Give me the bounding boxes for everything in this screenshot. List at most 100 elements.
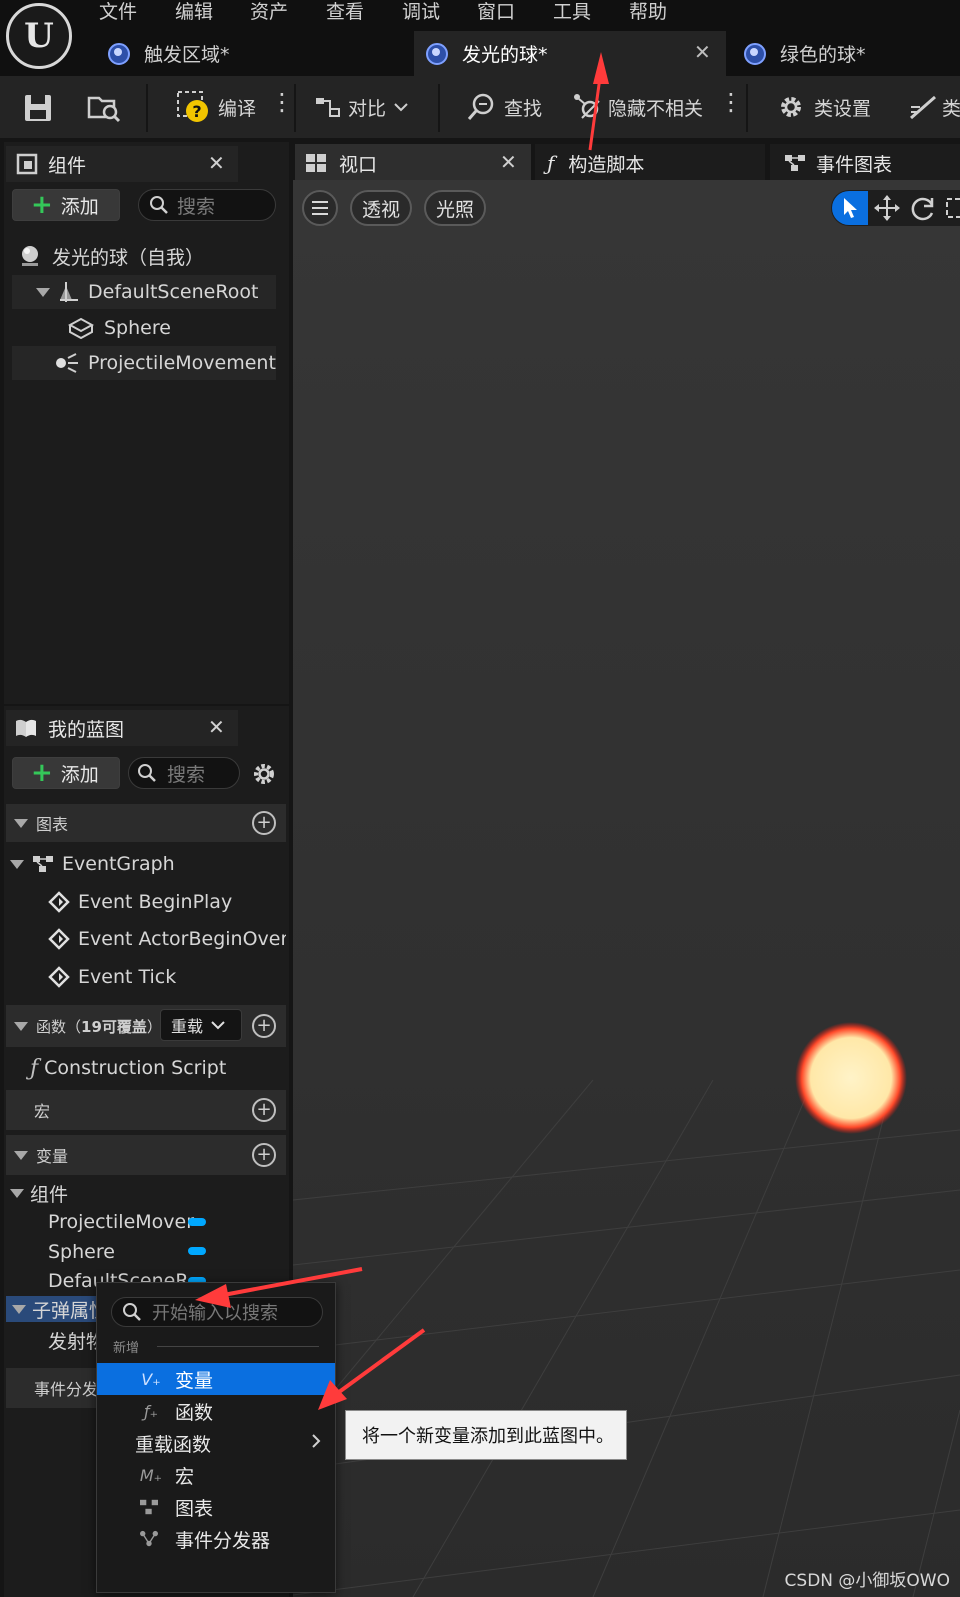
menu-edit[interactable]: 编辑 [175,0,213,26]
components-panel [4,142,289,704]
graphs-section-header[interactable]: 图表 + [6,804,286,842]
more-options-icon[interactable]: ⋮ [719,88,743,116]
context-override-function[interactable]: 重载函数 [97,1427,335,1459]
lit-mode-button[interactable]: 光照 [424,190,486,226]
components-category[interactable]: 组件 [10,1179,286,1207]
collapse-arrow-icon [14,1150,28,1160]
event-begin-play-item[interactable]: Event BeginPlay [48,885,286,919]
override-dropdown[interactable]: 重载 [160,1009,242,1041]
menu-assets[interactable]: 资产 [250,0,288,26]
toolbar-separator [146,84,148,132]
hide-unrelated-button[interactable]: 隐藏不相关 [572,76,703,138]
tree-label: Construction Script [44,1057,227,1079]
close-icon[interactable]: ✕ [208,715,225,739]
add-variable-tooltip: 将一个新变量添加到此蓝图中。 [345,1410,627,1460]
menu-window[interactable]: 窗口 [477,0,515,26]
static-mesh-icon [68,317,94,339]
event-graph-item[interactable]: EventGraph [10,847,286,881]
doc-tab-green-ball[interactable]: 绿色的球* [732,31,960,76]
add-variable-icon[interactable]: + [252,1143,276,1167]
blueprint-search-input[interactable]: 搜索 [128,757,240,789]
my-blueprint-tab[interactable]: 我的蓝图 ✕ [6,710,238,746]
add-label: 添加 [60,763,99,786]
event-actor-begin-overlap-item[interactable]: Event ActorBeginOverla [48,922,286,956]
context-item-label: 函数 [175,1401,214,1424]
graph-icon [32,854,54,874]
scale-icon[interactable] [944,196,960,220]
viewport-tab-label: 视口 [339,153,378,176]
close-icon[interactable]: ✕ [500,150,517,174]
tab-construction-script[interactable]: ƒ 构造脚本 [535,144,765,182]
collapse-arrow-icon [10,1188,24,1198]
add-function-icon[interactable]: + [252,1014,276,1038]
event-tick-item[interactable]: Event Tick [48,960,286,994]
section-label: 函数（ [36,1017,82,1036]
diff-button[interactable]: 对比 [314,76,408,138]
find-button[interactable]: 查找 [466,76,542,138]
macros-section-header[interactable]: 宏 + [6,1090,286,1130]
component-default-scene-root[interactable]: DefaultSceneRoot [12,275,276,309]
viewport[interactable] [293,180,960,1597]
glowing-sphere[interactable] [795,1022,907,1134]
viewport-grid [293,180,960,1597]
component-search-input[interactable]: 搜索 [138,189,276,221]
context-add-graph[interactable]: 图表 [97,1491,335,1523]
graph-icon [139,1498,163,1516]
construction-script-item[interactable]: ƒ Construction Script [30,1050,286,1086]
event-dispatchers-section-header[interactable]: 事件分发 [6,1368,96,1408]
components-tab[interactable]: 组件 ✕ [6,146,238,182]
add-member-button[interactable]: + 添加 [12,757,120,789]
unreal-logo-icon[interactable]: U [6,3,72,69]
gear-icon[interactable] [251,761,277,787]
component-sphere[interactable]: Sphere [12,311,276,345]
perspective-button[interactable]: 透视 [350,190,412,226]
class-defaults-button[interactable]: 类 [908,76,960,138]
var-sphere[interactable]: Sphere [48,1238,208,1266]
context-item-label: 图表 [175,1497,214,1520]
variable-type-pill [188,1218,206,1226]
functions-section-header[interactable]: 函数（ 19可覆盖 ） [6,1005,286,1047]
close-icon[interactable]: ✕ [694,40,711,64]
context-add-function[interactable]: ƒ₊ 函数 [97,1395,335,1427]
menu-file[interactable]: 文件 [99,0,137,26]
macro-icon: M₊ [139,1465,163,1485]
menu-debug[interactable]: 调试 [402,0,440,26]
context-search-input[interactable]: 开始输入以搜索 [111,1297,323,1327]
context-item-label: 变量 [175,1369,214,1392]
add-graph-icon[interactable]: + [252,811,276,835]
rotate-icon[interactable] [908,193,938,223]
translate-icon[interactable] [872,193,902,223]
select-mode-icon[interactable] [832,191,868,225]
close-icon[interactable]: ✕ [208,151,225,175]
context-add-variable[interactable]: V₊ 变量 [97,1363,335,1395]
section-label: 图表 [36,815,69,834]
compile-button[interactable]: ? 编译 [176,76,256,138]
collapse-arrow-icon [10,859,24,869]
var-projectile-partial[interactable]: 发射物 [48,1326,96,1354]
chevron-right-icon [311,1433,321,1449]
variables-section-header[interactable]: 变量 + [6,1135,286,1175]
class-settings-button[interactable]: 类设置 [776,76,871,138]
save-icon[interactable] [22,92,54,124]
add-macro-icon[interactable]: + [252,1098,276,1122]
doc-tab-trigger-area[interactable]: 触发区域* [96,31,412,76]
compile-options-icon[interactable]: ⋮ [270,88,294,116]
menu-tools[interactable]: 工具 [553,0,591,26]
context-add-event-dispatcher[interactable]: 事件分发器 [97,1523,335,1555]
doc-tab-glowing-ball[interactable]: 发光的球* ✕ [414,31,726,76]
context-add-macro[interactable]: M₊ 宏 [97,1459,335,1491]
add-component-button[interactable]: + 添加 [12,189,120,221]
menu-help[interactable]: 帮助 [629,0,667,26]
context-section-label: 新增 [113,1341,140,1356]
browse-asset-icon[interactable] [86,90,122,126]
tab-event-graph[interactable]: 事件图表 [770,144,960,182]
graph-icon [784,153,806,173]
component-projectile-movement[interactable]: ProjectileMovement [12,346,276,380]
menu-view[interactable]: 查看 [326,0,364,26]
tab-viewport[interactable]: 视口 ✕ [295,144,531,182]
movement-icon [54,352,80,374]
var-projectile-movement[interactable]: ProjectileMover [48,1208,208,1236]
viewport-menu-icon[interactable] [302,190,338,226]
doc-tab-label: 发光的球* [462,44,548,66]
component-self[interactable]: 发光的球（自我） [14,240,276,272]
